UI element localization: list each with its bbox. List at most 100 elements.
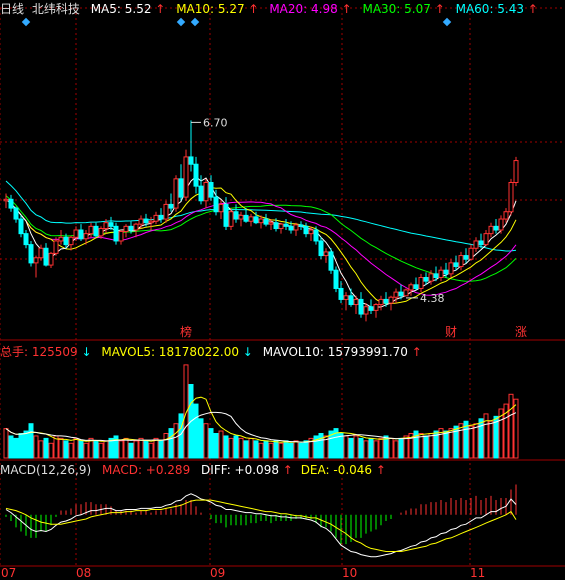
volume-bar — [58, 437, 64, 459]
volume-bar — [398, 437, 404, 459]
candle-body — [423, 277, 429, 282]
candle-body — [503, 211, 509, 220]
candle-body — [448, 262, 454, 275]
volume-bar — [348, 437, 354, 459]
volume-bar — [293, 440, 299, 459]
volume-bar — [388, 437, 394, 459]
candle-body — [73, 229, 79, 238]
price-legend: 日线 北纬科技 MA5: 5.52 ↑ MA10: 5.27 ↑ MA20: 4… — [0, 2, 545, 16]
candle-body — [288, 225, 294, 231]
mavol10-arrow: ↑ — [411, 345, 422, 359]
candle-body — [353, 298, 359, 306]
high-price-label: 6.70 — [203, 116, 228, 129]
candle-body — [393, 291, 399, 298]
diff-line — [5, 493, 517, 558]
volume-bar — [458, 423, 464, 459]
volume-bar — [298, 442, 304, 459]
volume-bar — [68, 442, 74, 459]
volume-bar — [33, 435, 39, 459]
candle-body — [368, 306, 374, 311]
volume-bar — [93, 440, 99, 459]
candle-body — [513, 160, 519, 183]
candle-body — [478, 240, 484, 246]
volume-bar — [8, 435, 14, 459]
candle-body — [18, 218, 24, 235]
candle-body — [143, 218, 149, 224]
volume-bar — [513, 398, 519, 459]
volume-bar — [338, 433, 344, 459]
candle-body — [163, 203, 169, 220]
candle-body — [318, 240, 324, 257]
candle-body — [23, 233, 29, 246]
ma10-line — [5, 187, 517, 305]
volume-bar — [243, 440, 249, 459]
volume-bar — [253, 440, 259, 459]
candle-body — [303, 225, 309, 235]
candle-body — [383, 298, 389, 304]
volume-bar — [213, 433, 219, 459]
candle-body — [78, 229, 84, 240]
candle-body — [173, 178, 179, 209]
volume-bar — [38, 440, 44, 459]
volume-bar — [168, 428, 174, 459]
volume-bar — [368, 437, 374, 459]
volume-legend: 总手: 125509 ↓ MAVOL5: 18178022.00 ↓ MAVOL… — [0, 345, 422, 359]
candle-body — [238, 214, 244, 220]
candle-body — [168, 203, 174, 209]
candle-body — [233, 211, 239, 220]
date-axis: 07 08 09 10 11 — [1, 566, 485, 580]
candle-body — [33, 257, 39, 264]
volume-bar — [178, 413, 184, 459]
candle-body — [88, 225, 94, 235]
volume-bar — [163, 433, 169, 459]
volume-bar — [238, 437, 244, 459]
volume-bar — [393, 440, 399, 459]
volume-bar — [423, 435, 429, 459]
ma20-line — [5, 198, 517, 296]
candle-body — [308, 229, 314, 235]
candle-body — [58, 236, 64, 242]
candle-body — [433, 273, 439, 279]
mavol5-arrow: ↓ — [242, 345, 253, 359]
candle-body — [408, 284, 414, 291]
candle-body — [483, 233, 489, 246]
volume-bar — [273, 440, 279, 459]
volume-bar — [173, 423, 179, 459]
event-diamond — [21, 17, 31, 27]
candle-body — [158, 214, 164, 220]
candle-body — [68, 236, 74, 246]
volume-bar — [148, 442, 154, 459]
candle-body — [193, 163, 199, 187]
volume-bar — [128, 442, 134, 459]
candle-body — [363, 306, 369, 315]
volume-bar — [83, 442, 89, 459]
volume-bar — [268, 442, 274, 459]
volume-bar — [468, 425, 474, 459]
candle-body — [468, 247, 474, 260]
volume-bar — [48, 442, 54, 459]
volume-bar — [488, 420, 494, 459]
dea-line — [5, 499, 517, 552]
total-volume-arrow: ↓ — [81, 345, 92, 359]
candle-body — [493, 225, 499, 231]
volume-bar — [303, 440, 309, 459]
candle-body — [373, 304, 379, 311]
volume-bar — [43, 437, 49, 459]
candle-body — [148, 220, 154, 224]
candle-body — [333, 269, 339, 289]
candle-body — [198, 185, 204, 202]
candle-body — [203, 182, 209, 202]
volume-bar — [13, 437, 19, 459]
event-diamond — [442, 17, 452, 27]
low-price-label: 4.38 — [420, 292, 445, 305]
period-label[interactable]: 日线 — [0, 2, 24, 16]
candle-body — [508, 182, 514, 213]
candle-body — [118, 230, 124, 242]
volume-bars — [3, 364, 519, 459]
volume-bar — [103, 440, 109, 459]
date-axis-label: 08 — [76, 566, 91, 580]
volume-bar — [23, 430, 29, 459]
candle-body — [293, 224, 299, 231]
ma20-value: MA20: 4.98 ↑ — [269, 2, 352, 16]
candle-body — [223, 203, 229, 227]
